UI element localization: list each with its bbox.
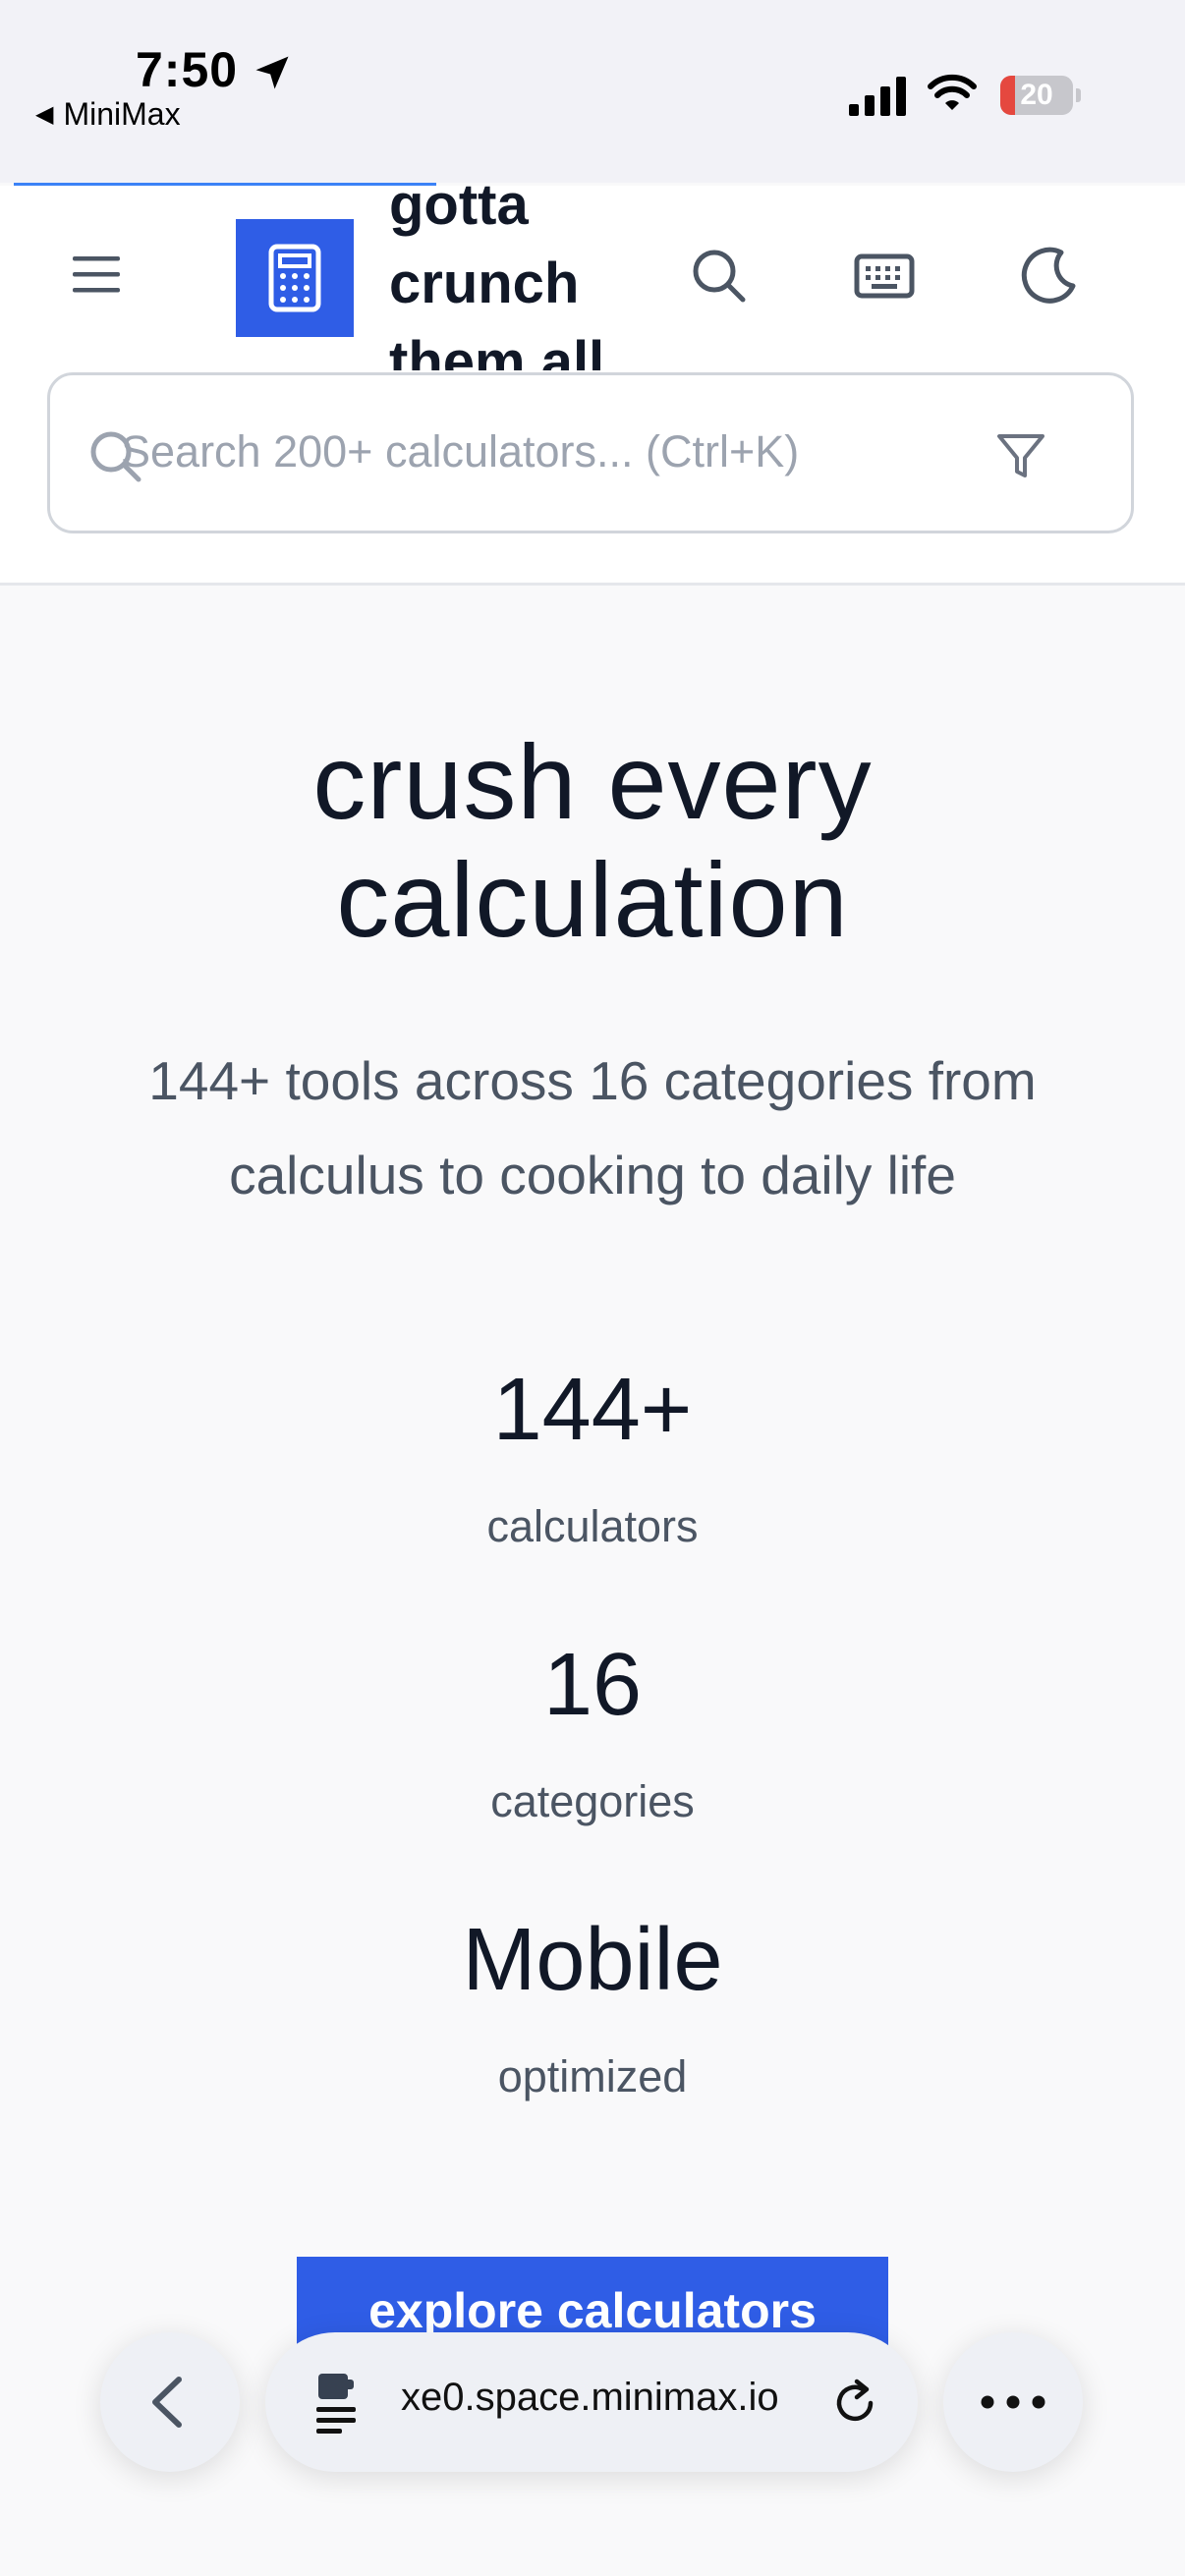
site-logo[interactable]: [236, 219, 354, 337]
location-arrow-icon: [255, 56, 289, 89]
page-settings-icon[interactable]: [312, 2370, 375, 2438]
stat-label: calculators: [486, 1501, 699, 1551]
hero-title: crush every calculation: [0, 723, 1185, 959]
site-brand-name[interactable]: gotta crunch them all: [389, 184, 654, 370]
cellular-signal-icon: [849, 77, 906, 116]
back-triangle-icon: ◀: [35, 101, 54, 128]
status-bar: 7:50 ◀ MiniMax 20: [0, 0, 1185, 183]
battery-percent: 20: [1020, 79, 1053, 111]
battery-indicator: 20: [1000, 76, 1081, 115]
keyboard-icon[interactable]: [853, 245, 916, 308]
status-time: 7:50: [136, 42, 239, 97]
browser-more-button[interactable]: [943, 2332, 1083, 2472]
hero-title-line-2: calculation: [336, 840, 849, 959]
search-placeholder: Search 200+ calculators... (Ctrl+K): [121, 426, 800, 476]
site-header: gotta crunch them all Search 200+ calcul…: [0, 184, 1185, 586]
search-icon[interactable]: [688, 245, 751, 308]
hero-title-line-1: crush every: [312, 722, 873, 841]
browser-back-button[interactable]: [100, 2332, 240, 2472]
stat-value: Mobile: [462, 1911, 723, 2009]
hero-subtitle: 144+ tools across 16 categories from cal…: [79, 1034, 1106, 1222]
moon-icon[interactable]: [1018, 245, 1081, 308]
reload-icon[interactable]: [827, 2376, 882, 2431]
hero-subtitle-line-2: calculus to cooking to daily life: [229, 1145, 956, 1205]
calculator-icon: [268, 244, 321, 312]
browser-address-bar[interactable]: xe0.space.minimax.io: [265, 2332, 918, 2472]
brand-line-3: them all: [389, 330, 605, 370]
filter-icon[interactable]: [991, 426, 1050, 485]
back-to-app-link[interactable]: ◀ MiniMax: [35, 96, 181, 133]
hero-subtitle-line-1: 144+ tools across 16 categories from: [148, 1050, 1037, 1111]
brand-line-1: gotta: [389, 184, 529, 237]
search-input[interactable]: Search 200+ calculators... (Ctrl+K): [47, 372, 1134, 533]
back-app-label: MiniMax: [63, 96, 181, 132]
stat-value: 16: [542, 1636, 643, 1734]
brand-line-2: crunch: [389, 252, 580, 315]
stat-value: 144+: [492, 1361, 693, 1459]
url-text: xe0.space.minimax.io: [401, 2376, 779, 2419]
more-icon: [981, 2395, 1045, 2409]
back-chevron-icon: [152, 2377, 182, 2428]
stat-label: categories: [490, 1776, 695, 1826]
wifi-icon: [928, 74, 977, 110]
stat-label: optimized: [497, 2051, 688, 2101]
menu-icon[interactable]: [69, 251, 132, 300]
